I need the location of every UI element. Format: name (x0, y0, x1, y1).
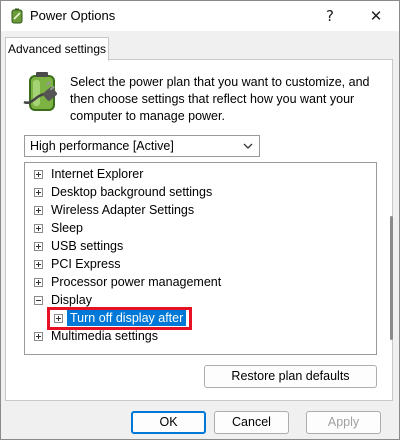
expand-icon[interactable] (34, 278, 43, 287)
expand-icon[interactable] (34, 260, 43, 269)
restore-plan-defaults-button[interactable]: Restore plan defaults (204, 365, 377, 388)
tree-item-label: Internet Explorer (51, 167, 144, 181)
expand-icon[interactable] (34, 188, 43, 197)
battery-plug-icon (23, 72, 57, 111)
power-plan-dropdown[interactable]: High performance [Active] (24, 135, 260, 157)
battery-power-icon (11, 8, 23, 24)
collapse-icon[interactable] (34, 296, 43, 305)
tree-scrollbar-thumb[interactable] (390, 216, 393, 340)
power-plan-value: High performance [Active] (30, 139, 174, 153)
chevron-down-icon (243, 143, 253, 149)
tree-item-label: Multimedia settings (51, 329, 158, 343)
tree-item-label: USB settings (51, 239, 124, 253)
settings-tree[interactable]: Internet Explorer Desktop background set… (24, 162, 377, 355)
ok-button[interactable]: OK (131, 411, 206, 434)
tree-item-label: Sleep (51, 221, 83, 235)
tree-item-label: Desktop background settings (51, 185, 213, 199)
expand-icon[interactable] (54, 314, 63, 323)
expand-icon[interactable] (34, 206, 43, 215)
tree-item-label: Processor power management (51, 275, 222, 289)
tree-item-label: Turn off display after (67, 310, 187, 326)
expand-icon[interactable] (34, 242, 43, 251)
tab-advanced-settings[interactable]: Advanced settings (5, 37, 109, 61)
power-options-window: Power Options ? ✕ Advanced settings Sele… (0, 0, 400, 440)
close-button[interactable]: ✕ (353, 1, 399, 31)
tree-item-label: PCI Express (51, 257, 121, 271)
tree-item-label: Wireless Adapter Settings (51, 203, 195, 217)
expand-icon[interactable] (34, 170, 43, 179)
tree-item-label: Display (51, 293, 92, 307)
expand-icon[interactable] (34, 332, 43, 341)
expand-icon[interactable] (34, 224, 43, 233)
window-title: Power Options (30, 8, 116, 23)
apply-button[interactable]: Apply (306, 411, 381, 434)
cancel-button[interactable]: Cancel (214, 411, 289, 434)
help-button[interactable]: ? (307, 1, 353, 31)
intro-text: Select the power plan that you want to c… (70, 75, 370, 123)
title-bar[interactable]: Power Options ? ✕ (1, 1, 399, 31)
